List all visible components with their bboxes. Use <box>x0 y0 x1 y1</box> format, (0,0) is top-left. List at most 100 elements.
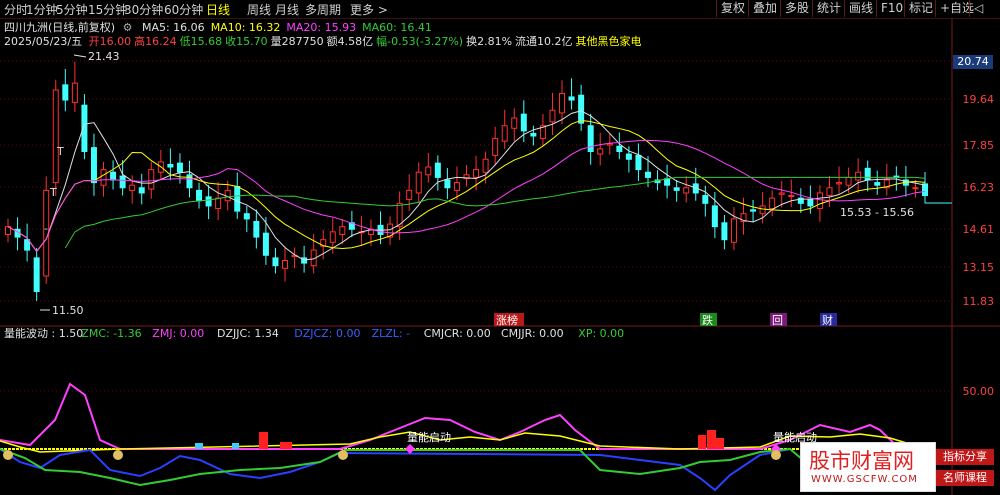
candle-body-84 <box>807 198 814 207</box>
candle-body-34 <box>329 231 336 243</box>
ind-bar-4 <box>698 435 706 449</box>
candle-body-69 <box>664 178 671 186</box>
ind-legend-6: CMJCR: 0.00 <box>424 327 491 340</box>
high-price-annotation: 21.43 <box>88 50 120 63</box>
candle-body-66 <box>635 154 642 171</box>
candle-body-70 <box>673 187 680 191</box>
candle-body-80 <box>769 197 776 210</box>
money-bag-icon-1 <box>113 450 123 460</box>
watermark-url: WWW.GSCFW.COM <box>811 474 918 485</box>
candle-body-50 <box>482 158 489 173</box>
ind-legend-4: DZJCZ: 0.00 <box>294 327 360 340</box>
candle-body-95 <box>912 187 919 190</box>
candle-body-78 <box>750 209 757 212</box>
candle-body-6 <box>62 84 69 101</box>
candle-body-19 <box>186 174 193 189</box>
watermark-tag-indicator: 指标分享 <box>936 449 994 465</box>
ind-legend-8: XP: 0.00 <box>578 327 624 340</box>
candle-body-14 <box>138 187 145 194</box>
event-tag-1: 跌 <box>702 313 713 327</box>
candle-body-76 <box>730 218 737 243</box>
low-price-annotation: 11.50 <box>52 304 84 317</box>
ind-legend-3: DZJJC: 1.34 <box>217 327 279 340</box>
y-tick-label-1: 19.64 <box>963 93 995 106</box>
money-bag-icon-2 <box>338 450 348 460</box>
ind-bar-5 <box>707 430 716 449</box>
ind-legend-7: CMJJR: 0.00 <box>501 327 564 340</box>
candle-body-10 <box>100 169 107 186</box>
money-bag-icon-0 <box>3 450 13 460</box>
ind-bar-1 <box>232 443 239 449</box>
candle-body-11 <box>110 171 117 181</box>
candle-body-44 <box>425 166 432 176</box>
candle-body-85 <box>816 192 823 210</box>
ind-legend-2: ZMJ: 0.00 <box>152 327 204 340</box>
candle-body-87 <box>836 182 843 185</box>
ind-bar-6 <box>716 438 724 449</box>
candle-body-51 <box>492 138 499 156</box>
candle-body-73 <box>702 195 709 204</box>
signal-diamond-0 <box>405 444 415 454</box>
signal-label-0: 量能启动 <box>407 430 451 444</box>
candle-body-26 <box>253 220 260 238</box>
y-tick-label-4: 14.61 <box>963 223 995 236</box>
candle-body-96 <box>922 183 928 197</box>
ind-bar-0 <box>195 443 203 449</box>
candle-body-7 <box>71 82 78 104</box>
ind-y-tick-label: 50.00 <box>963 385 995 398</box>
watermark-tag-course: 名师课程 <box>936 470 994 486</box>
y-tick-label-6: 11.83 <box>963 295 995 308</box>
candle-body-75 <box>721 222 728 241</box>
watermark-title: 股市财富网 <box>809 449 914 473</box>
watermark-logo: 股市财富网 WWW.GSCFW.COM <box>800 442 936 492</box>
candle-body-18 <box>176 162 183 173</box>
candle-body-57 <box>549 109 556 123</box>
event-tag-3: 财 <box>822 313 833 327</box>
ind-bar-3 <box>280 442 292 449</box>
candle-body-28 <box>272 257 279 267</box>
t-marker-2: T <box>49 186 57 199</box>
candle-body-20 <box>196 189 203 202</box>
candle-body-58 <box>559 92 566 114</box>
candle-body-25 <box>243 213 250 220</box>
y-tick-label-3: 16.23 <box>963 181 995 194</box>
candle-body-45 <box>434 162 441 178</box>
candle-body-67 <box>644 171 651 178</box>
candle-body-91 <box>874 182 881 186</box>
high-pointer <box>73 54 87 58</box>
candle-body-86 <box>826 187 833 197</box>
candle-body-43 <box>415 171 422 194</box>
candle-body-13 <box>129 184 136 191</box>
chart-canvas: 19.64 17.85 16.23 14.61 13.15 11.83 50.00 21.43… <box>0 18 1000 495</box>
candle-body-82 <box>788 195 795 198</box>
candle-body-12 <box>119 175 126 189</box>
candle-body-81 <box>778 192 785 195</box>
candle-body-74 <box>711 205 718 228</box>
ind-legend-5: ZLZL: - <box>372 327 411 340</box>
candle-body-17 <box>167 163 174 168</box>
candle-body-52 <box>501 125 508 142</box>
dash-marker: - <box>44 222 48 235</box>
candle-body-64 <box>616 145 623 152</box>
candle-body-53 <box>511 117 518 129</box>
candle-body-65 <box>625 153 632 160</box>
candle-body-9 <box>90 147 97 184</box>
stock-chart-app: 分时 1分钟 5分钟 15分钟 30分钟 60分钟 日线 周线 月线 多周期 更多 > 复权 叠加 多股统… <box>0 0 1000 495</box>
candle-body-88 <box>845 176 852 186</box>
t-marker-1: T <box>56 145 64 158</box>
candle-body-49 <box>473 169 480 178</box>
money-bag-icon-3 <box>771 450 781 460</box>
candle-body-89 <box>855 171 862 181</box>
candle-body-15 <box>148 169 155 190</box>
y-tick-label-5: 13.15 <box>963 261 995 274</box>
candle-body-47 <box>453 182 460 191</box>
candle-body-90 <box>864 167 871 181</box>
ma-line-MA20 <box>7 139 926 253</box>
candle-body-62 <box>597 148 604 155</box>
candle-body-59 <box>568 96 575 101</box>
candle-body-22 <box>215 197 222 210</box>
candle-body-42 <box>406 189 413 200</box>
candle-body-35 <box>339 226 346 235</box>
event-tag-0: 涨榜 <box>496 313 518 327</box>
candle-body-24 <box>234 185 241 212</box>
